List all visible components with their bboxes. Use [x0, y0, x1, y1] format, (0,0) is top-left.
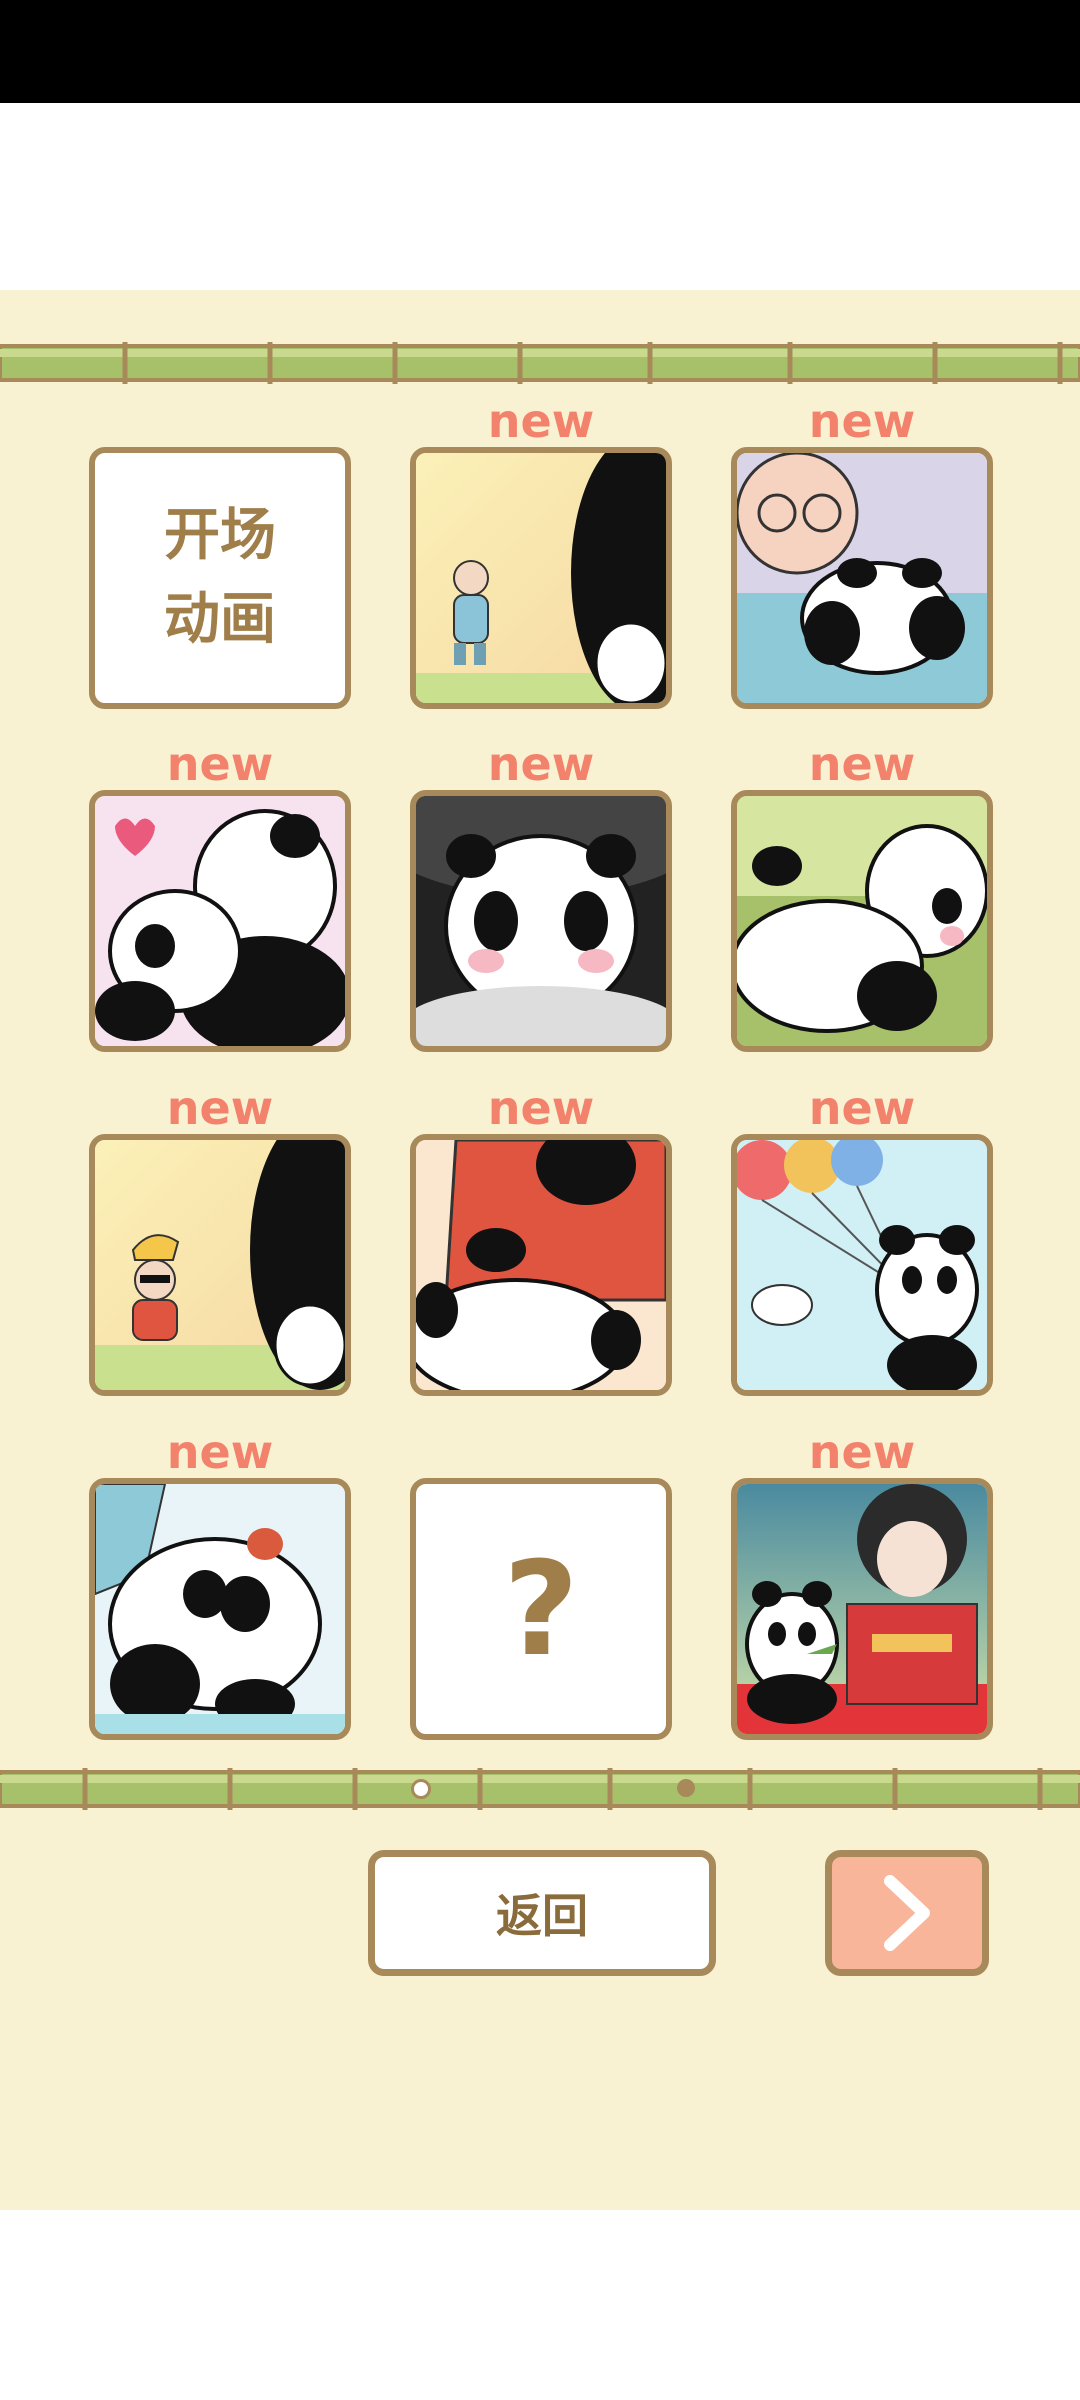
- gallery-item-10[interactable]: new: [89, 1426, 351, 1740]
- top-blank-area: [0, 103, 1080, 290]
- gallery-card: [410, 1134, 672, 1396]
- new-badge: new: [487, 394, 595, 448]
- thumbnail-old-man-waving: [416, 453, 666, 703]
- thumbnail-panda-in-bowl: [416, 796, 666, 1046]
- thumbnail-panda-falling: [95, 1484, 345, 1734]
- thumbnail-panda-hug: [95, 796, 345, 1046]
- gallery-item-2[interactable]: new: [410, 395, 672, 709]
- thumbnail-panda-and-red-coat: [416, 1140, 666, 1390]
- new-badge: new: [166, 1425, 274, 1479]
- gallery-card: [89, 1478, 351, 1740]
- gallery-item-6[interactable]: new: [731, 738, 993, 1052]
- gallery-card: ?: [410, 1478, 672, 1740]
- gallery-item-7[interactable]: new: [89, 1082, 351, 1396]
- new-badge: new: [166, 737, 274, 791]
- new-badge: new: [166, 1081, 274, 1135]
- new-badge: new: [808, 1081, 916, 1135]
- new-badge: new: [487, 1081, 595, 1135]
- back-button[interactable]: 返回: [368, 1850, 716, 1976]
- page-indicator-dot-1[interactable]: [411, 1779, 431, 1799]
- gallery-card: [731, 1134, 993, 1396]
- bamboo-divider-bottom: [0, 1768, 1080, 1810]
- gallery-item-locked[interactable]: ?: [410, 1478, 672, 1740]
- thumbnail-panda-balloons: [737, 1140, 987, 1390]
- gallery-card: [89, 1134, 351, 1396]
- gallery-card: [731, 790, 993, 1052]
- gallery-card: [410, 790, 672, 1052]
- gallery-card: [731, 447, 993, 709]
- gallery-item-3[interactable]: new: [731, 395, 993, 709]
- thumbnail-man-hugging-panda: [737, 453, 987, 703]
- new-badge: new: [808, 394, 916, 448]
- page-indicator-dot-2[interactable]: [677, 1779, 695, 1797]
- locked-question-mark: ?: [503, 1533, 579, 1685]
- gallery-item-5[interactable]: new: [410, 738, 672, 1052]
- opening-animation-label: 开场 动画: [164, 503, 276, 652]
- thumbnail-panda-and-kimono-girl: [737, 1484, 987, 1734]
- next-page-button[interactable]: [825, 1850, 989, 1976]
- thumbnail-panda-lying: [737, 796, 987, 1046]
- gallery-card: [410, 447, 672, 709]
- gallery-card: [731, 1478, 993, 1740]
- chevron-right-icon: [884, 1875, 930, 1951]
- gallery-item-8[interactable]: new: [410, 1082, 672, 1396]
- gallery-item-opening[interactable]: 开场 动画: [89, 447, 351, 709]
- new-badge: new: [808, 1425, 916, 1479]
- new-badge: new: [487, 737, 595, 791]
- bottom-blank-area: [0, 2210, 1080, 2400]
- new-badge: new: [808, 737, 916, 791]
- thumbnail-kid-waving: [95, 1140, 345, 1390]
- gallery-card: [89, 790, 351, 1052]
- gallery-item-9[interactable]: new: [731, 1082, 993, 1396]
- gallery-item-12[interactable]: new: [731, 1426, 993, 1740]
- status-bar: [0, 0, 1080, 103]
- gallery-card: 开场 动画: [89, 447, 351, 709]
- gallery-item-4[interactable]: new: [89, 738, 351, 1052]
- bamboo-divider-top: [0, 342, 1080, 384]
